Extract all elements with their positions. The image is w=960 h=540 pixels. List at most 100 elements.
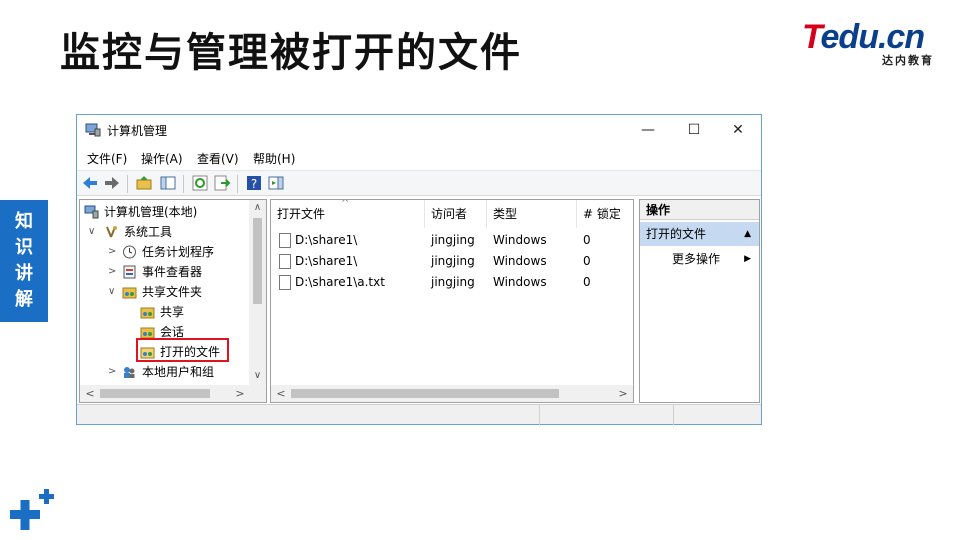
cell-type: Windows [493,275,547,289]
expand-chevron-icon[interactable]: > [108,262,118,282]
menu-help[interactable]: 帮助(H) [253,150,295,167]
side-tab-char: 讲 [15,263,33,284]
status-segment [673,405,761,425]
list-horizontal-scrollbar[interactable]: < > [271,385,633,402]
sessions-icon [140,327,155,339]
tree-item-label: 系统工具 [124,225,173,239]
more-actions-item[interactable]: 更多操作 ▶ [640,248,759,270]
scroll-right-icon[interactable]: > [232,385,248,402]
cell-open-file: D:\share1\ [295,233,358,247]
status-segment [539,405,673,425]
cell-locks: 0 [583,275,591,289]
help-icon[interactable]: ? [245,174,263,192]
tree-item-label: 计算机管理(本地) [104,205,198,219]
collapse-chevron-icon[interactable]: ∨ [88,222,98,242]
shared-folders-icon [122,287,137,299]
side-tab-char: 识 [15,237,33,258]
toolbar: ? [77,170,761,196]
logo-subtitle: 达内教育 [882,54,934,67]
window-title: 计算机管理 [107,124,168,138]
side-tab-char: 知 [15,211,33,232]
menu-file[interactable]: 文件(F) [87,150,127,167]
title-bar: 计算机管理 — ☐ ✕ [77,115,761,145]
console-tree-pane[interactable]: 计算机管理(本地) ∨ 系统工具 > 任务计划程序 > 事件查看器 ∨ 共享文件… [79,199,267,403]
cell-open-file: D:\share1\a.txt [295,275,385,289]
side-tab-char: 解 [15,289,33,310]
actions-header: 操作 [640,200,759,220]
tree-item-label: 任务计划程序 [142,245,215,259]
table-row[interactable]: D:\share1\ jingjing Windows 0 [271,230,617,251]
menu-bar: 文件(F) 操作(A) 查看(V) 帮助(H) [77,146,761,168]
cell-locks: 0 [583,233,591,247]
task-scheduler-icon [123,245,136,259]
file-icon [279,233,291,248]
column-header-open-file[interactable]: 打开文件 ^ [271,200,425,228]
computer-management-icon [85,123,101,137]
cell-type: Windows [493,254,547,268]
scroll-thumb[interactable] [100,389,210,398]
expand-chevron-icon[interactable]: > [108,242,118,262]
cell-accessed-by: jingjing [431,254,475,268]
logo-domain: edu.cn [820,18,926,56]
sort-ascending-icon: ^ [341,199,350,209]
menu-view[interactable]: 查看(V) [197,150,239,167]
scroll-right-icon[interactable]: > [615,385,631,402]
file-icon [279,254,291,269]
expand-chevron-icon[interactable]: > [108,362,118,382]
back-arrow-icon[interactable] [81,174,99,192]
actions-pane: 操作 打开的文件 ▲ 更多操作 ▶ [639,199,760,403]
event-viewer-icon [123,265,136,279]
console-tree-icon[interactable] [159,174,177,192]
svg-text:?: ? [251,177,257,191]
tree-item-label: 事件查看器 [142,265,203,279]
table-row[interactable]: D:\share1\ jingjing Windows 0 [271,251,617,272]
close-button[interactable]: ✕ [715,115,761,145]
logo-t: T [802,18,821,56]
computer-management-window: 计算机管理 — ☐ ✕ 文件(F) 操作(A) 查看(V) 帮助(H) ? 计算… [76,114,762,425]
tree-vertical-scrollbar[interactable]: ∧ ∨ [249,200,266,386]
shares-icon [140,307,155,319]
selection-highlight-frame [136,338,229,362]
tree-item-label: 本地用户和组 [142,365,215,379]
open-files-list-pane[interactable]: 打开文件 ^ 访问者 类型 # 锁定 D:\share1\ jingjing W… [270,199,634,403]
tedu-logo: Tedu.cn 达内教育 [802,18,938,67]
table-row[interactable]: D:\share1\a.txt jingjing Windows 0 [271,272,617,293]
cell-accessed-by: jingjing [431,275,475,289]
cell-type: Windows [493,233,547,247]
local-users-icon [124,367,135,378]
plus-decoration-icon [10,489,54,530]
system-tools-icon [106,226,117,238]
scroll-down-icon[interactable]: ∨ [249,368,266,384]
scroll-up-icon[interactable]: ∧ [249,200,266,216]
status-bar [77,404,761,425]
cell-accessed-by: jingjing [431,233,475,247]
tree-item-label: 共享 [160,305,185,319]
slide-title: 监控与管理被打开的文件 [60,30,522,76]
tree-item-label: 共享文件夹 [142,285,203,299]
column-header-locks[interactable]: # 锁定 [577,200,633,228]
forward-arrow-icon[interactable] [103,174,121,192]
actions-section-open-files[interactable]: 打开的文件 ▲ [640,222,759,246]
scroll-left-icon[interactable]: < [273,385,289,402]
scroll-thumb[interactable] [253,218,262,304]
collapse-chevron-icon[interactable]: ∨ [108,282,118,302]
export-list-icon[interactable] [213,174,231,192]
refresh-icon[interactable] [191,174,209,192]
computer-management-icon [84,205,99,219]
file-icon [279,275,291,290]
submenu-arrow-icon: ▶ [744,254,751,264]
action-pane-icon[interactable] [267,174,285,192]
scroll-left-icon[interactable]: < [82,385,98,402]
collapse-triangle-icon[interactable]: ▲ [744,222,751,246]
cell-open-file: D:\share1\ [295,254,358,268]
column-header-type[interactable]: 类型 [487,200,577,228]
knowledge-tab: 知 识 讲 解 [0,200,48,322]
maximize-button[interactable]: ☐ [671,115,717,145]
cell-locks: 0 [583,254,591,268]
folder-up-icon[interactable] [135,174,153,192]
minimize-button[interactable]: — [625,115,671,145]
scroll-thumb[interactable] [291,389,559,398]
column-header-accessed-by[interactable]: 访问者 [425,200,487,228]
menu-action[interactable]: 操作(A) [141,150,183,167]
tree-horizontal-scrollbar[interactable]: < > [80,385,266,402]
